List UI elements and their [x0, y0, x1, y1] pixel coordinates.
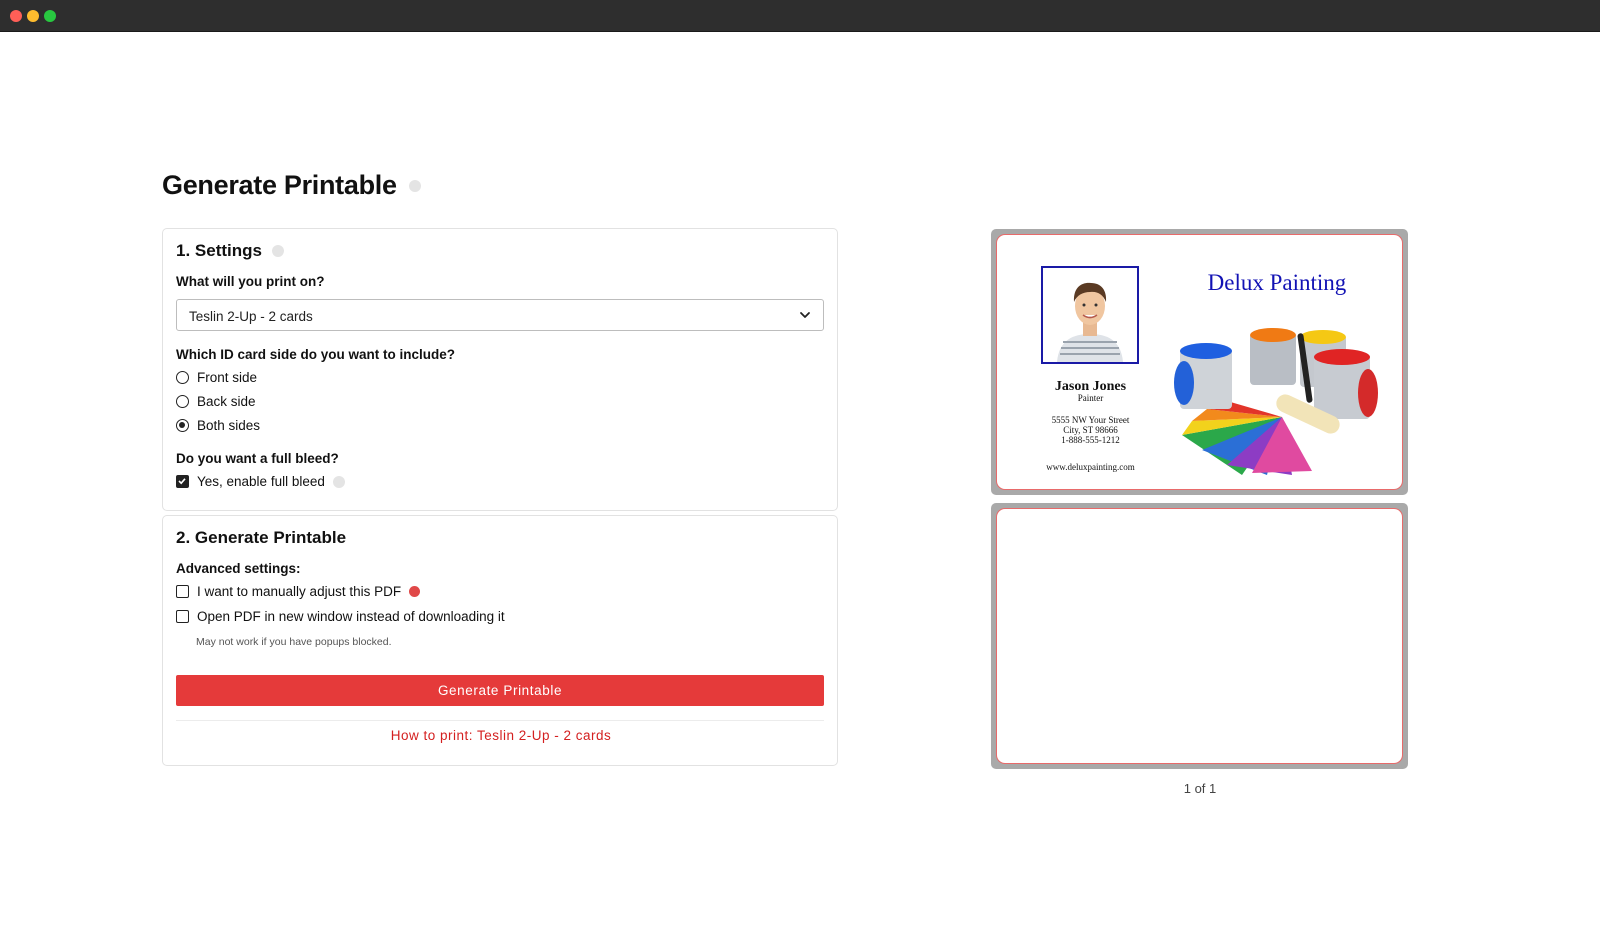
manual-adjust-checkbox[interactable]	[176, 585, 189, 598]
card-side-label: Which ID card side do you want to includ…	[176, 347, 456, 362]
front-side-option[interactable]: Front side	[176, 370, 257, 385]
how-to-print-link[interactable]: How to print: Teslin 2-Up - 2 cards	[163, 728, 839, 743]
page-title-text: Generate Printable	[162, 170, 397, 200]
print-on-selected-value: Teslin 2-Up - 2 cards	[189, 309, 313, 324]
help-icon[interactable]	[408, 179, 421, 192]
page-indicator: 1 of 1	[1183, 781, 1217, 796]
page-title: Generate Printable	[162, 170, 421, 201]
zoom-window-button[interactable]	[44, 10, 56, 22]
generate-printable-button[interactable]: Generate Printable	[176, 675, 824, 706]
checkmark-icon	[178, 478, 186, 485]
open-new-window-label: Open PDF in new window instead of downlo…	[197, 609, 505, 624]
both-sides-radio[interactable]	[176, 419, 189, 432]
card-website: www.deluxpainting.com	[1046, 462, 1135, 472]
person-icon	[1043, 268, 1137, 362]
card-holder-role: Painter	[1077, 393, 1104, 403]
id-card-front: Jason Jones Painter 5555 NW Your Street …	[996, 234, 1403, 490]
back-side-option[interactable]: Back side	[176, 394, 256, 409]
generate-section-title: 2. Generate Printable	[176, 528, 347, 547]
red-paint-can-icon	[1314, 349, 1378, 419]
window-titlebar	[0, 0, 1600, 32]
chevron-down-icon	[800, 312, 810, 318]
print-on-select[interactable]: Teslin 2-Up - 2 cards	[176, 299, 824, 331]
preview-back-sheet	[991, 503, 1408, 769]
both-sides-option[interactable]: Both sides	[176, 418, 260, 433]
settings-title-text: 1. Settings	[176, 241, 262, 260]
settings-section-title: 1. Settings	[176, 241, 284, 261]
manual-adjust-option[interactable]: I want to manually adjust this PDF	[176, 584, 421, 599]
settings-panel: 1. Settings What will you print on? Tesl…	[162, 228, 838, 511]
card-phone: 1-888-555-1212	[1061, 435, 1120, 445]
front-side-label: Front side	[197, 370, 258, 385]
employee-photo	[1041, 266, 1139, 364]
divider	[176, 720, 824, 721]
orange-paint-can-icon	[1250, 328, 1296, 385]
card-address-line2: City, ST 98666	[1063, 425, 1118, 435]
manual-adjust-label: I want to manually adjust this PDF	[197, 584, 402, 599]
paint-cans-illustration	[1174, 328, 1378, 475]
settings-help-icon[interactable]	[271, 245, 284, 257]
generate-panel: 2. Generate Printable Advanced settings:…	[162, 515, 838, 766]
minimize-window-button[interactable]	[27, 10, 39, 22]
alert-dot-icon	[409, 586, 421, 597]
front-side-radio[interactable]	[176, 371, 189, 384]
full-bleed-help-icon[interactable]	[332, 475, 345, 488]
back-side-label: Back side	[197, 394, 256, 409]
id-card-back	[996, 508, 1403, 764]
popup-hint: May not work if you have popups blocked.	[196, 636, 392, 648]
advanced-settings-label: Advanced settings:	[176, 561, 301, 576]
preview-front-sheet: Jason Jones Painter 5555 NW Your Street …	[991, 229, 1408, 495]
card-address-line1: 5555 NW Your Street	[1051, 415, 1130, 425]
full-bleed-checkbox[interactable]	[176, 475, 189, 488]
back-side-radio[interactable]	[176, 395, 189, 408]
company-name: Delux Painting	[1207, 270, 1347, 295]
both-sides-label: Both sides	[197, 418, 261, 433]
blue-paint-can-icon	[1174, 343, 1232, 409]
full-bleed-option-label: Yes, enable full bleed	[197, 474, 325, 489]
open-new-window-checkbox[interactable]	[176, 610, 189, 623]
close-window-button[interactable]	[10, 10, 22, 22]
print-on-label: What will you print on?	[176, 274, 325, 289]
full-bleed-label: Do you want a full bleed?	[176, 451, 339, 466]
open-new-window-option[interactable]: Open PDF in new window instead of downlo…	[176, 609, 505, 624]
full-bleed-option[interactable]: Yes, enable full bleed	[176, 474, 345, 489]
